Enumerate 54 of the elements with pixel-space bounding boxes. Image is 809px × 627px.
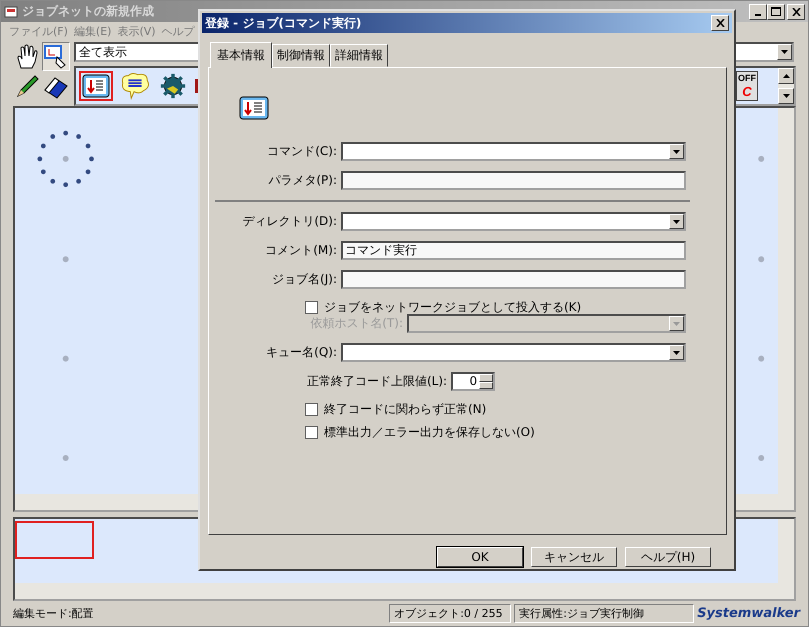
field-label: コメント(M): — [264, 242, 337, 259]
checkbox-label: 標準出力／エラー出力を保存しない(O) — [324, 424, 535, 441]
field-label: コマンド(C): — [266, 143, 337, 160]
tab[interactable]: 制御情報 — [272, 44, 330, 67]
input-field[interactable] — [341, 171, 686, 190]
dropdown-field[interactable] — [341, 343, 686, 362]
logo: Systemwalker — [697, 606, 800, 621]
app-icon — [4, 4, 18, 18]
field-label: パラメタ(P): — [267, 172, 337, 189]
maximize-button[interactable] — [767, 4, 785, 20]
field-label: ディレクトリ(D): — [241, 213, 337, 230]
input-field[interactable] — [341, 270, 686, 289]
checkbox[interactable] — [305, 403, 318, 416]
dropdown-field[interactable] — [341, 142, 686, 161]
dialog-title: 登録 - ジョブ(コマンド実行) — [205, 14, 362, 32]
window-title: ジョブネットの新規作成 — [22, 3, 154, 20]
command-job-icon — [239, 96, 269, 120]
dropdown-field[interactable] — [341, 212, 686, 231]
tab[interactable]: 基本情報 — [210, 42, 272, 68]
field-label: 正常終了コード上限値(L): — [307, 373, 448, 390]
status-panel: 実行属性:ジョブ実行制御 — [514, 604, 694, 623]
command-job-icon[interactable] — [79, 71, 113, 101]
checkbox-label: ジョブをネットワークジョブとして投入する(K) — [324, 299, 582, 316]
scroll-up-button[interactable] — [778, 68, 794, 84]
vertical-scrollbar[interactable] — [778, 519, 794, 583]
off-button[interactable]: OFF C — [736, 71, 758, 101]
select-tool-button[interactable] — [42, 42, 70, 71]
field-label: 依頼ホスト名(T): — [309, 315, 403, 332]
tab[interactable]: 詳細情報 — [330, 44, 388, 67]
maximize-icon — [771, 7, 781, 16]
checkbox-label: 終了コードに関わらず正常(N) — [324, 401, 486, 418]
minimize-button[interactable] — [749, 4, 767, 20]
dialog-button[interactable]: キャンセル — [531, 547, 617, 567]
spin-field[interactable]: 0 — [451, 372, 496, 391]
input-field[interactable]: コマンド実行 — [341, 241, 686, 260]
close-button[interactable] — [787, 4, 805, 20]
minimize-icon — [755, 14, 761, 16]
viewport-frame[interactable] — [15, 521, 94, 559]
status-text: 編集モード:配置 — [13, 606, 95, 621]
scroll-down-button[interactable] — [778, 88, 794, 104]
close-icon — [716, 19, 724, 27]
dialog-button[interactable]: ヘルプ(H) — [625, 547, 711, 567]
checkbox[interactable] — [305, 301, 318, 314]
field-label: ジョブ名(J): — [271, 271, 337, 288]
vertical-scrollbar[interactable] — [778, 108, 794, 494]
dialog-button[interactable]: OK — [437, 547, 523, 567]
checkbox[interactable] — [305, 426, 318, 439]
close-icon — [792, 8, 800, 16]
down-arrow-icon — [782, 94, 790, 98]
close-button[interactable] — [711, 15, 729, 31]
up-arrow-icon — [782, 74, 790, 78]
status-panel: オブジェクト:0 / 255 — [389, 604, 512, 623]
field-label: キュー名(Q): — [265, 344, 337, 361]
horizontal-scrollbar[interactable] — [15, 583, 794, 599]
